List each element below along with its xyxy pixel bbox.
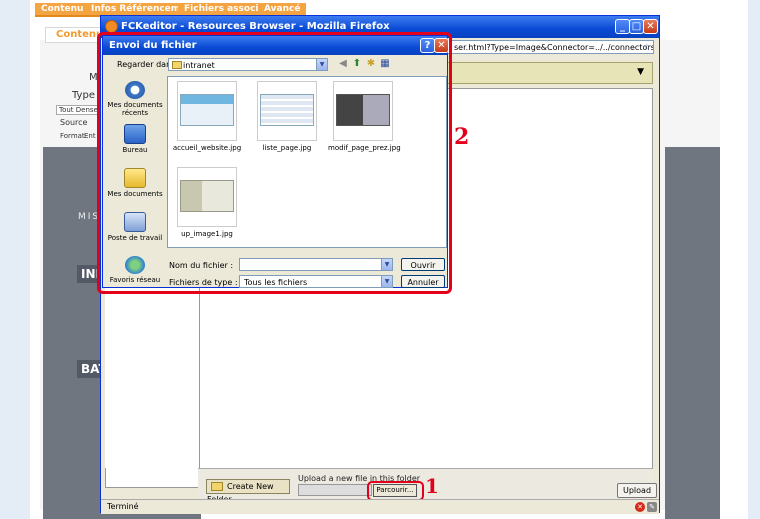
url-text: ser.html?Type=Image&Connector=../../conn… [454, 43, 654, 52]
bg-format-select[interactable]: Format [60, 132, 85, 140]
bg-source-button[interactable]: Source [60, 118, 87, 127]
browse-highlight-box [367, 481, 424, 501]
close-icon[interactable]: ✕ [643, 19, 658, 34]
bg-heading-select[interactable]: Ent [84, 132, 96, 140]
minimize-icon[interactable]: _ [615, 19, 630, 34]
error-icon[interactable]: ✕ [635, 502, 645, 512]
bg-preview-panel-right [665, 147, 720, 519]
status-bar: Terminé ✕ ✎ [101, 499, 659, 514]
folder-icon [211, 482, 223, 491]
maximize-icon[interactable]: □ [629, 19, 644, 34]
edit-icon[interactable]: ✎ [647, 502, 657, 512]
bg-font-select[interactable]: Tout Dense [56, 105, 101, 115]
upload-file-input[interactable] [298, 484, 372, 496]
chevron-down-icon: ▼ [637, 67, 644, 77]
status-text: Terminé [107, 502, 139, 511]
bookmark-star-icon[interactable]: ☆ [643, 41, 651, 53]
annotation-marker-2: 2 [454, 124, 470, 150]
upload-button[interactable]: Upload [617, 483, 657, 498]
firefox-url-bar[interactable]: ser.html?Type=Image&Connector=../../conn… [441, 40, 654, 54]
bg-tab-contenu[interactable]: Contenu [35, 3, 90, 17]
create-folder-button[interactable]: Create New Folder [206, 479, 290, 504]
dialog-highlight-box [97, 32, 452, 294]
annotation-marker-1: 1 [425, 474, 439, 498]
resource-type-select[interactable]: ▼ [446, 62, 653, 84]
